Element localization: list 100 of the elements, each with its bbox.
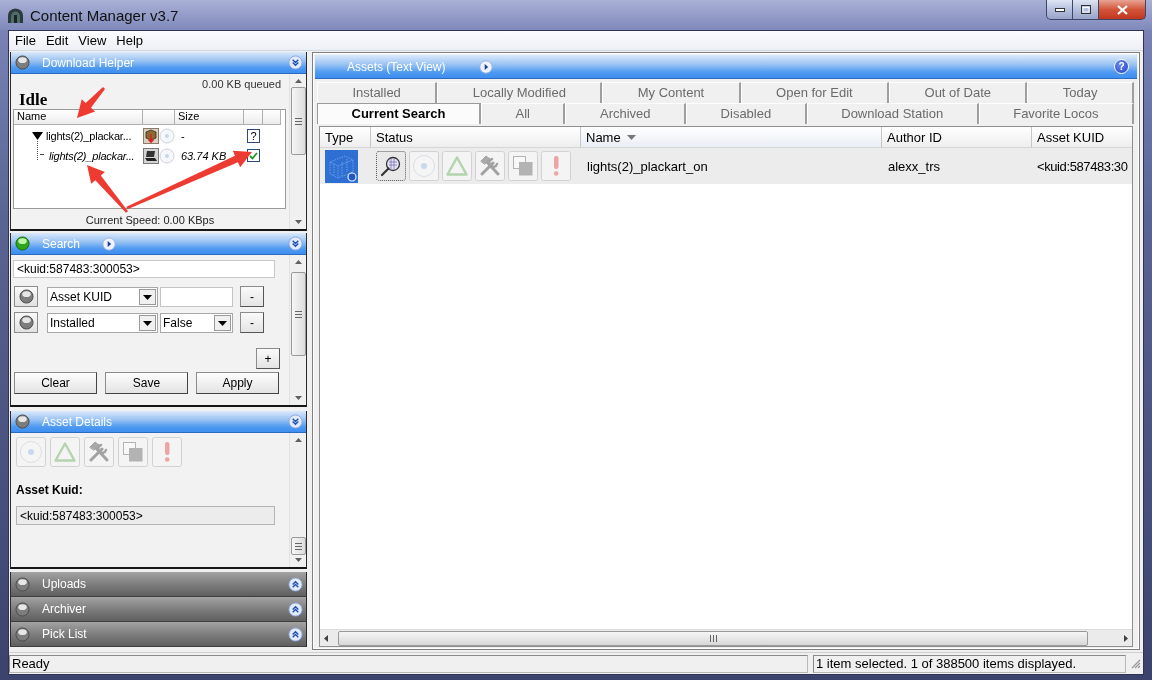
scrollbar[interactable] xyxy=(289,433,306,567)
asset-type-icon xyxy=(325,149,358,183)
panel-title: Archiver xyxy=(42,602,86,616)
dropdown[interactable]: Installed xyxy=(47,312,158,333)
tab[interactable]: Favorite Locos xyxy=(978,103,1134,124)
panel-title: Search xyxy=(42,236,81,251)
toggle-button[interactable] xyxy=(14,286,38,307)
indicator-light-icon xyxy=(18,315,34,330)
download-status: Idle xyxy=(19,91,48,109)
double-chevron-up-icon[interactable] xyxy=(288,576,303,592)
double-chevron-down-icon[interactable] xyxy=(288,55,303,70)
window-title: Content Manager v3.7 xyxy=(30,6,179,24)
column-header[interactable]: Name xyxy=(581,127,882,148)
column-header[interactable]: Type xyxy=(320,127,371,148)
tab[interactable]: Archived xyxy=(565,103,687,124)
scroll-up-icon[interactable] xyxy=(294,438,302,442)
panel-title: Assets (Text View) xyxy=(347,59,446,74)
disc-icon xyxy=(159,147,175,164)
tab[interactable]: Today xyxy=(1027,82,1134,103)
minimize-button[interactable] xyxy=(1046,0,1073,20)
dropdown[interactable]: Asset KUID xyxy=(47,286,158,307)
resize-grip-icon[interactable] xyxy=(1131,659,1141,669)
menu-item[interactable]: View xyxy=(73,33,112,48)
menu-item[interactable]: Help xyxy=(111,33,149,48)
tab[interactable]: Disabled xyxy=(686,103,807,124)
panel-title: Uploads xyxy=(42,577,87,591)
panel-title: Asset Details xyxy=(42,414,113,429)
sort-arrow-icon xyxy=(626,134,636,140)
app-logo-icon xyxy=(7,6,24,24)
minimize-icon xyxy=(1054,7,1065,12)
close-icon xyxy=(1116,4,1128,15)
file-size: 63.74 KB xyxy=(180,149,228,162)
scroll-down-icon[interactable] xyxy=(294,558,302,562)
play-icon[interactable] xyxy=(479,59,494,74)
save-button[interactable]: Save xyxy=(105,372,188,394)
table-cell-text: alexx_trs xyxy=(887,158,942,174)
column-header[interactable]: Name xyxy=(14,110,143,125)
panel-header[interactable]: Pick List xyxy=(10,622,307,647)
tab[interactable]: Current Search xyxy=(317,103,481,124)
remove-button[interactable]: - xyxy=(240,312,264,333)
tab[interactable]: Open for Edit xyxy=(740,82,890,103)
scroll-up-icon[interactable] xyxy=(294,79,302,83)
status-text: Ready xyxy=(9,655,808,673)
column-header[interactable]: Author ID xyxy=(882,127,1032,148)
magnifier-icon[interactable] xyxy=(376,151,406,181)
search-field[interactable]: <kuid:587483:300053> xyxy=(13,260,275,278)
double-chevron-down-icon[interactable] xyxy=(288,414,303,429)
scrollbar[interactable] xyxy=(289,255,306,405)
scrollbar[interactable] xyxy=(289,74,306,229)
add-button[interactable]: + xyxy=(256,348,280,369)
tab[interactable]: Locally Modified xyxy=(437,82,603,103)
scrollbar-thumb[interactable] xyxy=(290,272,306,356)
apply-button[interactable]: Apply xyxy=(196,372,279,394)
double-chevron-up-icon[interactable] xyxy=(288,626,303,642)
double-chevron-up-icon[interactable] xyxy=(288,601,303,617)
status-text: 1 item selected. 1 of 388500 items displayed. xyxy=(813,655,1126,673)
scrollbar-thumb[interactable] xyxy=(290,537,306,555)
panel-header[interactable]: Uploads xyxy=(10,572,307,597)
table-cell-text: <kuid:587483:30 xyxy=(1036,158,1129,174)
annotation-arrow xyxy=(77,87,105,118)
maximize-icon xyxy=(1080,5,1091,14)
maximize-button[interactable] xyxy=(1073,0,1099,20)
play-icon[interactable] xyxy=(102,236,117,251)
scroll-right-icon[interactable] xyxy=(1124,634,1128,642)
indicator-light-icon xyxy=(18,289,34,304)
panel-title: Pick List xyxy=(42,627,87,641)
laptop-icon xyxy=(143,147,159,164)
tab[interactable]: Installed xyxy=(317,82,438,103)
disc-icon xyxy=(159,127,175,144)
scroll-left-icon[interactable] xyxy=(324,634,328,642)
menu-item[interactable]: Edit xyxy=(40,33,74,48)
column-header[interactable]: Status xyxy=(371,127,581,148)
scroll-down-icon[interactable] xyxy=(294,220,302,224)
tab[interactable]: Out of Date xyxy=(889,82,1028,103)
clear-button[interactable]: Clear xyxy=(14,372,97,394)
scroll-up-icon[interactable] xyxy=(294,260,302,264)
queued-size: 0.00 KB queued xyxy=(202,78,281,90)
checkbox[interactable] xyxy=(247,149,260,162)
download-item-name[interactable]: lights(2)_plackar... xyxy=(49,149,135,162)
tab[interactable]: My Content xyxy=(602,82,741,103)
scrollbar-thumb[interactable] xyxy=(290,87,306,155)
scroll-down-icon[interactable] xyxy=(294,396,302,400)
tab[interactable]: Download Station xyxy=(806,103,979,124)
collapse-triangle-icon[interactable] xyxy=(32,131,43,140)
table-row[interactable]: lights(2)_plackart_on alexx_trs <kuid:587483:30 xyxy=(320,148,1132,184)
checkmark-icon xyxy=(249,151,258,160)
column-header[interactable]: Size xyxy=(175,110,244,125)
toggle-button[interactable] xyxy=(14,312,38,333)
help-button[interactable]: ? xyxy=(1114,59,1129,74)
status-mark: ? xyxy=(247,128,260,143)
close-button[interactable] xyxy=(1099,0,1146,20)
tab[interactable]: All xyxy=(480,103,566,124)
dropdown[interactable]: False xyxy=(160,312,233,333)
download-item-name[interactable]: lights(2)_plackar... xyxy=(46,129,132,142)
kuid-field[interactable]: <kuid:587483:300053> xyxy=(16,506,275,525)
remove-button[interactable]: - xyxy=(240,286,264,307)
menu-item[interactable]: File xyxy=(10,33,41,48)
text-field[interactable] xyxy=(160,286,233,307)
double-chevron-down-icon[interactable] xyxy=(288,236,303,251)
panel-header[interactable]: Archiver xyxy=(10,597,307,622)
